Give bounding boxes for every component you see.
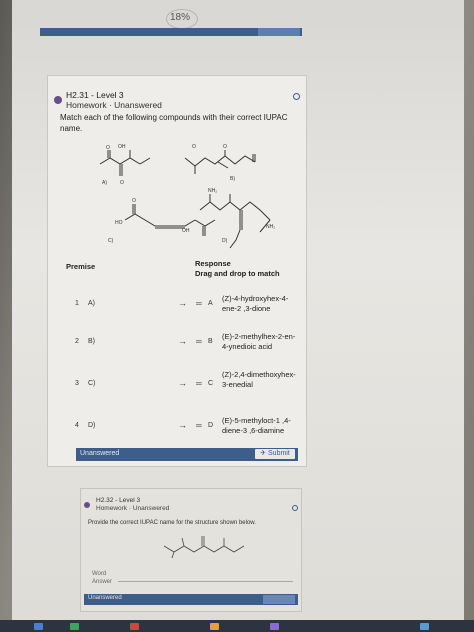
word-label: Word: [92, 571, 107, 577]
status-text: Unanswered: [80, 450, 120, 457]
status-dot-icon: [54, 96, 62, 104]
drag-handle-icon[interactable]: ═: [196, 337, 202, 346]
submit-button[interactable]: ✈ Submit: [255, 449, 295, 459]
previous-submit-button[interactable]: [258, 28, 300, 36]
response-name[interactable]: (E)-5-methyloct-1 ,4-diene-3 ,6-diamine: [222, 416, 302, 436]
premise-label: C): [88, 380, 96, 387]
label-o-b1: O: [192, 144, 196, 150]
taskbar-app-icon[interactable]: [130, 623, 139, 630]
question-status-bar-2: Unanswered: [84, 594, 298, 605]
label-nh2-d1: NH₂: [208, 188, 217, 194]
response-name[interactable]: (Z)-4-hydroxyhex-4-ene-2 ,3-dione: [222, 294, 302, 314]
arrow-icon: →: [178, 336, 187, 346]
question-prompt-2: Provide the correct IUPAC name for the s…: [88, 520, 256, 526]
label-o-b2: O: [223, 144, 227, 150]
row-number: 4: [75, 422, 79, 429]
label-o-a2: O: [120, 180, 124, 186]
question-status-bar: Unanswered ✈ Submit: [76, 448, 298, 461]
progress-text: 18%: [170, 12, 191, 23]
response-header: Response Drag and drop to match: [195, 259, 280, 279]
taskbar-app-icon[interactable]: [420, 623, 429, 630]
status-dot-icon: [84, 502, 90, 508]
label-ho-c: HO: [115, 220, 123, 226]
row-number: 2: [75, 338, 79, 345]
row-number: 3: [75, 380, 79, 387]
answer-input[interactable]: [118, 581, 293, 582]
taskbar-app-icon[interactable]: [34, 623, 43, 630]
match-row: 3 C) → ═ C (Z)-2,4-dimethoxyhex-3-enedia…: [60, 370, 300, 410]
response-instruction: Drag and drop to match: [195, 269, 280, 278]
arrow-icon: →: [178, 298, 187, 308]
drag-handle-icon[interactable]: ═: [196, 379, 202, 388]
structure-b: [184, 150, 256, 174]
question-subtitle: Homework · Unanswered: [66, 100, 162, 110]
submit-button-2[interactable]: [263, 595, 295, 604]
premise-label: B): [88, 338, 95, 345]
label-nh2-d2: NH₂: [266, 224, 275, 230]
premise-label: A): [88, 300, 95, 307]
question-prompt: Match each of the following compounds wi…: [60, 113, 288, 133]
taskbar-app-icon[interactable]: [210, 623, 219, 630]
status-text-2: Unanswered: [88, 595, 122, 601]
match-row: 1 A) → ═ A (Z)-4-hydroxyhex-4-ene-2 ,3-d…: [60, 292, 300, 332]
premise-label: D): [88, 422, 96, 429]
question-title: H2.31 - Level 3: [66, 90, 124, 100]
taskbar-app-icon[interactable]: [70, 623, 79, 630]
response-letter[interactable]: C: [208, 380, 213, 387]
structure-q2: [163, 536, 245, 559]
pin-icon[interactable]: [292, 505, 298, 511]
pin-icon[interactable]: [293, 93, 300, 100]
response-name[interactable]: (Z)-2,4-dimethoxyhex-3-enedial: [222, 370, 302, 390]
response-letter[interactable]: A: [208, 300, 213, 307]
match-row: 2 B) → ═ B (E)-2-methylhex-2-en-4-ynedio…: [60, 330, 300, 370]
response-letter[interactable]: D: [208, 422, 213, 429]
response-name[interactable]: (E)-2-methylhex-2-en-4-ynedioic acid: [222, 332, 302, 352]
label-d: D): [222, 238, 228, 244]
label-a: A): [102, 180, 107, 186]
answer-label: Answer: [92, 579, 113, 585]
structure-d: [199, 194, 271, 249]
label-b: B): [230, 176, 235, 182]
submit-label: Submit: [268, 450, 290, 457]
question-title-2: H2.32 - Level 3: [96, 497, 141, 504]
compound-structures: OH O O A) O O B) NH₂ NH₂ HO OH O C) D): [99, 144, 275, 249]
row-number: 1: [75, 300, 79, 307]
arrow-icon: →: [178, 420, 187, 430]
taskbar-app-icon[interactable]: [270, 623, 279, 630]
label-o-a1: O: [106, 145, 110, 151]
label-c: C): [108, 238, 114, 244]
arrow-icon: →: [178, 378, 187, 388]
structure-a: [99, 150, 151, 176]
label-oh-a: OH: [118, 144, 126, 150]
drag-handle-icon[interactable]: ═: [196, 299, 202, 308]
send-icon: ✈: [260, 450, 267, 457]
premise-header: Premise: [66, 262, 96, 271]
response-letter[interactable]: B: [208, 338, 213, 345]
response-title: Response: [195, 259, 231, 268]
label-oh-c: OH: [182, 228, 190, 234]
label-o-c: O: [132, 198, 136, 204]
drag-handle-icon[interactable]: ═: [196, 421, 202, 430]
answer-field-label: Word Answer: [92, 570, 112, 586]
question-subtitle-2: Homework · Unanswered: [96, 505, 170, 512]
